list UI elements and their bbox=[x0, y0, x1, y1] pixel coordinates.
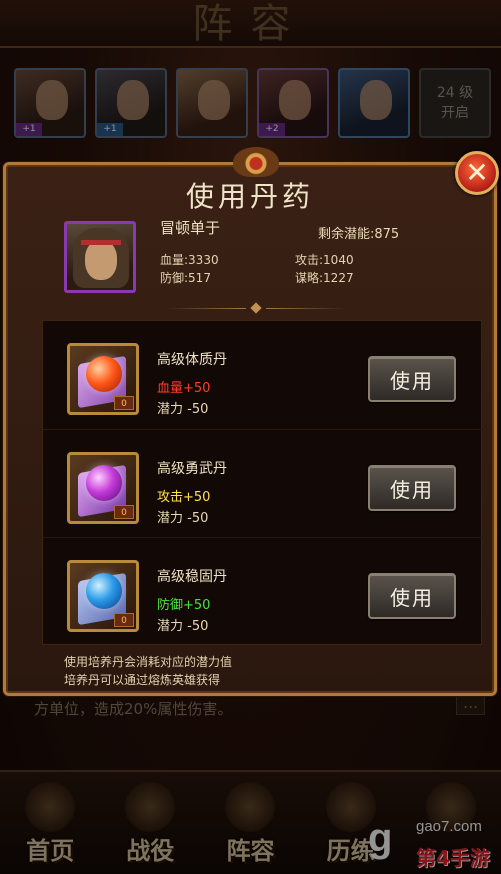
list-item: 0 高级勇武丹 攻击+50 潜力 -50 使用 bbox=[43, 429, 483, 537]
pill-effect-stat: 血量 bbox=[157, 381, 184, 396]
use-pill-dialog: 使用丹药 ✕ 冒顿单于 剩余潜能:875 血量:3330 攻击:1040 防御:… bbox=[3, 147, 499, 696]
blue-pill-icon bbox=[86, 573, 122, 609]
pill-cost: 潜力 -50 bbox=[157, 511, 209, 526]
stat-defense: 防御:517 bbox=[160, 271, 211, 285]
pill-count: 0 bbox=[114, 505, 134, 519]
stat-hp: 血量:3330 bbox=[160, 253, 219, 267]
pill-count: 0 bbox=[114, 613, 134, 627]
pill-effect-stat: 防御 bbox=[157, 598, 184, 613]
pill-effect-gain: +50 bbox=[183, 490, 211, 505]
purple-pill-icon bbox=[86, 465, 122, 501]
pill-effect-gain: +50 bbox=[183, 381, 211, 396]
stat-attack: 攻击:1040 bbox=[295, 253, 354, 267]
remaining-potential: 剩余潜能:875 bbox=[318, 227, 400, 242]
crest-ornament-icon bbox=[233, 147, 279, 177]
pill-effect-stat: 攻击 bbox=[157, 490, 184, 505]
stat-strategy: 谋略:1227 bbox=[295, 271, 354, 285]
use-button[interactable]: 使用 bbox=[368, 356, 456, 402]
pill-count: 0 bbox=[114, 396, 134, 410]
pill-effect-gain: +50 bbox=[183, 598, 211, 613]
hint-text: 培养丹可以通过熔炼英雄获得 bbox=[64, 673, 221, 687]
pill-effect: 攻击+50 bbox=[157, 486, 210, 505]
pill-effect: 防御+50 bbox=[157, 594, 210, 613]
close-button[interactable]: ✕ bbox=[455, 151, 499, 195]
pill-item-icon[interactable]: 0 bbox=[67, 343, 139, 415]
use-button[interactable]: 使用 bbox=[368, 573, 456, 619]
dialog-title: 使用丹药 bbox=[185, 180, 314, 213]
hero-avatar bbox=[64, 221, 136, 293]
pill-item-icon[interactable]: 0 bbox=[67, 560, 139, 632]
list-item: 0 高级稳固丹 防御+50 潜力 -50 使用 bbox=[43, 537, 483, 645]
pill-item-icon[interactable]: 0 bbox=[67, 452, 139, 524]
pill-name: 高级稳固丹 bbox=[157, 569, 227, 585]
list-item: 0 高级体质丹 血量+50 潜力 -50 使用 bbox=[43, 321, 483, 429]
pill-name: 高级体质丹 bbox=[157, 352, 227, 368]
ornament-divider bbox=[166, 302, 346, 314]
use-button[interactable]: 使用 bbox=[368, 465, 456, 511]
pill-list: 0 高级体质丹 血量+50 潜力 -50 使用 0 高级勇武丹 攻击+50 潜力… bbox=[42, 320, 483, 645]
close-icon: ✕ bbox=[465, 156, 489, 189]
pill-cost: 潜力 -50 bbox=[157, 619, 209, 634]
pill-name: 高级勇武丹 bbox=[157, 461, 227, 477]
red-pill-icon bbox=[86, 356, 122, 392]
pill-effect: 血量+50 bbox=[157, 377, 210, 396]
pill-cost: 潜力 -50 bbox=[157, 402, 209, 417]
hint-text: 使用培养丹会消耗对应的潜力值 bbox=[64, 655, 233, 669]
hero-name: 冒顿单于 bbox=[160, 219, 221, 237]
